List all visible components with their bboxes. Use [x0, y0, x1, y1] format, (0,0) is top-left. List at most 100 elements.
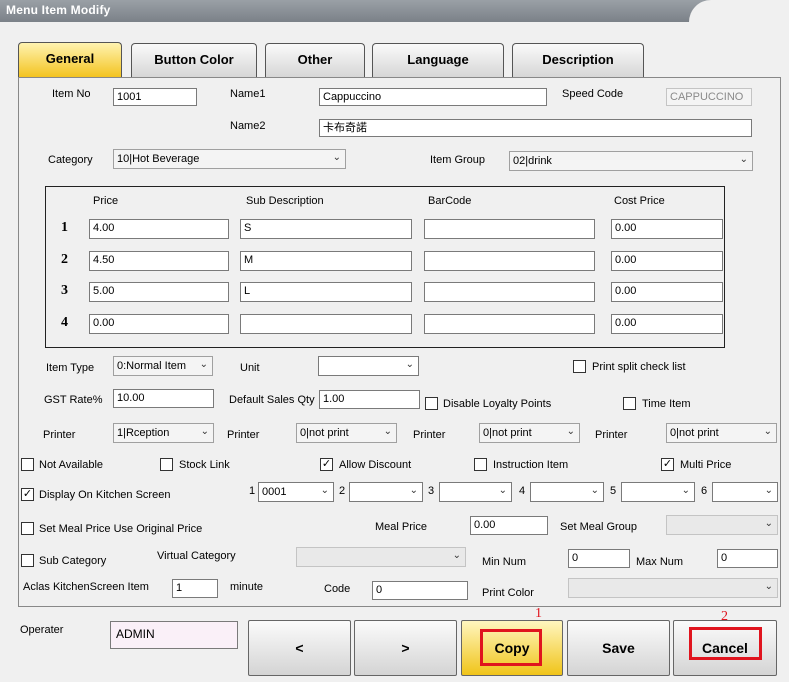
previous-button[interactable]: <: [248, 620, 351, 676]
chevron-down-icon: ⌄: [590, 485, 599, 496]
item-no-label: Item No: [52, 88, 91, 100]
tab-button-color[interactable]: Button Color: [131, 43, 257, 77]
price-input[interactable]: 0.00: [89, 314, 229, 334]
time-item-checkbox[interactable]: [623, 397, 636, 410]
name2-input[interactable]: 卡布奇諾: [319, 119, 752, 137]
price-input[interactable]: 5.00: [89, 282, 229, 302]
printer-label: Printer: [413, 429, 446, 441]
printer-select[interactable]: 1|Rception ⌄: [113, 423, 214, 443]
kitchen-slot-number: 5: [610, 485, 617, 497]
display-kitchen-label: Display On Kitchen Screen: [39, 489, 171, 501]
cost-price-header: Cost Price: [614, 195, 665, 207]
kitchen-slot-number: 4: [519, 485, 526, 497]
category-select[interactable]: 10|Hot Beverage ⌄: [113, 149, 346, 169]
cost-price-input[interactable]: 0.00: [611, 282, 723, 302]
next-button[interactable]: >: [354, 620, 457, 676]
name2-label: Name2: [230, 120, 266, 132]
tab-description[interactable]: Description: [512, 43, 644, 77]
meal-price-input[interactable]: 0.00: [470, 516, 548, 535]
gst-rate-label: GST Rate%: [44, 394, 103, 406]
operator-input: ADMIN: [110, 621, 238, 649]
sub-description-header: Sub Description: [246, 195, 324, 207]
price-row-number: 1: [61, 220, 68, 235]
sub-category-checkbox[interactable]: [21, 554, 34, 567]
virtual-category-select[interactable]: ⌄: [296, 547, 466, 567]
allow-discount-checkbox[interactable]: ✓: [320, 458, 333, 471]
print-split-checkbox[interactable]: [573, 360, 586, 373]
barcode-input[interactable]: [424, 251, 595, 271]
default-sales-qty-input[interactable]: 1.00: [319, 390, 420, 409]
barcode-input[interactable]: [424, 314, 595, 334]
chevron-down-icon: ⌄: [200, 426, 209, 437]
set-meal-group-select[interactable]: ⌄: [666, 515, 778, 535]
speed-code-input: CAPPUCCINO: [666, 88, 752, 106]
unit-label: Unit: [240, 362, 260, 374]
multi-price-checkbox[interactable]: ✓: [661, 458, 674, 471]
set-meal-original-checkbox[interactable]: [21, 522, 34, 535]
cost-price-input[interactable]: 0.00: [611, 219, 723, 239]
item-no-input[interactable]: 1001: [113, 88, 197, 106]
tab-other[interactable]: Other: [265, 43, 365, 77]
copy-highlight-box: [480, 629, 542, 666]
time-item-label: Time Item: [642, 398, 691, 410]
item-type-value: 0:Normal Item: [117, 360, 187, 372]
cost-price-input[interactable]: 0.00: [611, 314, 723, 334]
title-bar: Menu Item Modify: [0, 0, 789, 22]
printer-value: 0|not print: [670, 427, 719, 439]
sub-description-input[interactable]: [240, 314, 412, 334]
chevron-down-icon: ⌄: [409, 485, 418, 496]
item-type-select[interactable]: 0:Normal Item ⌄: [113, 356, 213, 376]
unit-select[interactable]: ⌄: [318, 356, 419, 376]
kitchen-select[interactable]: ⌄: [530, 482, 604, 502]
disable-loyalty-checkbox[interactable]: [425, 397, 438, 410]
sub-description-input[interactable]: L: [240, 282, 412, 302]
kitchen-select[interactable]: ⌄: [349, 482, 423, 502]
printer-label: Printer: [43, 429, 76, 441]
max-num-input[interactable]: 0: [717, 549, 778, 568]
printer-select[interactable]: 0|not print ⌄: [666, 423, 777, 443]
print-color-label: Print Color: [482, 587, 534, 599]
chevron-down-icon: ⌄: [681, 485, 690, 496]
sub-description-input[interactable]: S: [240, 219, 412, 239]
kitchen-select[interactable]: ⌄: [712, 482, 778, 502]
price-input[interactable]: 4.00: [89, 219, 229, 239]
kitchen-select[interactable]: ⌄: [621, 482, 695, 502]
printer-select[interactable]: 0|not print ⌄: [479, 423, 580, 443]
price-row-number: 4: [61, 315, 68, 330]
speed-code-label: Speed Code: [562, 88, 624, 100]
allow-discount-label: Allow Discount: [339, 459, 412, 471]
kitchen-select[interactable]: ⌄: [439, 482, 512, 502]
multi-price-label: Multi Price: [680, 459, 732, 471]
printer-select[interactable]: 0|not print ⌄: [296, 423, 397, 443]
barcode-input[interactable]: [424, 282, 595, 302]
print-color-select[interactable]: ⌄: [568, 578, 778, 598]
item-group-select[interactable]: 02|drink ⌄: [509, 151, 753, 171]
item-group-value: 02|drink: [513, 155, 552, 167]
tab-general[interactable]: General: [18, 42, 122, 78]
instruction-item-checkbox[interactable]: [474, 458, 487, 471]
chevron-down-icon: ⌄: [764, 581, 773, 592]
virtual-category-label: Virtual Category: [157, 550, 236, 562]
sub-category-label: Sub Category: [39, 555, 107, 567]
kitchen-select[interactable]: 0001 ⌄: [258, 482, 334, 502]
kitchen-slot-number: 2: [339, 485, 346, 497]
not-available-checkbox[interactable]: [21, 458, 34, 471]
barcode-input[interactable]: [424, 219, 595, 239]
code-input[interactable]: 0: [372, 581, 468, 600]
min-num-input[interactable]: 0: [568, 549, 630, 568]
chevron-down-icon: ⌄: [320, 485, 329, 496]
instruction-item-label: Instruction Item: [493, 459, 569, 471]
aclas-minute-input[interactable]: 1: [172, 579, 218, 598]
price-header: Price: [93, 195, 119, 207]
tab-language[interactable]: Language: [372, 43, 504, 77]
annotation-number: 1: [535, 606, 542, 621]
name1-input[interactable]: Cappuccino: [319, 88, 547, 106]
cost-price-input[interactable]: 0.00: [611, 251, 723, 271]
item-type-label: Item Type: [46, 362, 95, 374]
sub-description-input[interactable]: M: [240, 251, 412, 271]
stock-link-checkbox[interactable]: [160, 458, 173, 471]
save-button[interactable]: Save: [567, 620, 670, 676]
gst-rate-input[interactable]: 10.00: [113, 389, 214, 408]
price-input[interactable]: 4.50: [89, 251, 229, 271]
display-kitchen-checkbox[interactable]: ✓: [21, 488, 34, 501]
